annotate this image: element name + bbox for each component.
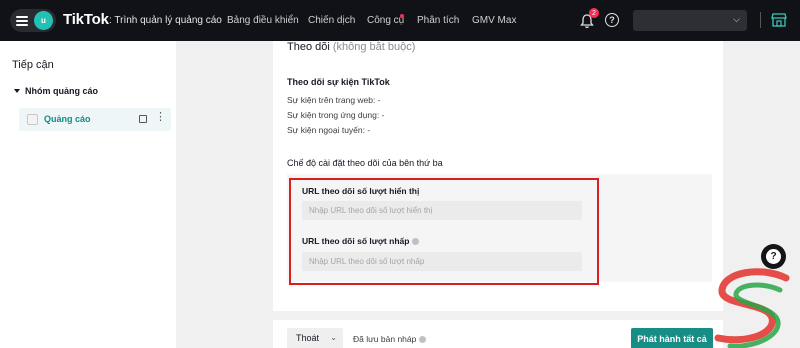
info-icon[interactable] <box>419 336 427 343</box>
store-icon[interactable] <box>771 13 787 27</box>
more-options-icon[interactable]: ⋮ <box>155 112 166 123</box>
exit-button-label: Thoát <box>296 333 320 343</box>
section-title-text: Theo dõi <box>287 41 330 53</box>
nav-analytics[interactable]: Phân tích <box>417 15 459 26</box>
footer-action-bar: Thoát ⌄ Đã lưu bản nháp Phát hành tất cả <box>273 320 723 348</box>
floating-help-button[interactable]: ? <box>761 244 786 269</box>
sidebar-item-label: Quảng cáo <box>44 114 91 124</box>
sidebar: Tiếp cận Nhóm quảng cáo Quảng cáo ⋮ <box>0 41 176 348</box>
nav-gmv-max[interactable]: GMV Max <box>472 15 516 26</box>
hamburger-icon <box>16 15 28 26</box>
exit-button[interactable]: Thoát ⌄ <box>287 328 343 348</box>
help-icon[interactable]: ? <box>605 13 619 27</box>
highlight-frame <box>289 178 599 285</box>
account-avatar: u <box>34 11 53 30</box>
caret-down-icon <box>14 89 20 93</box>
nav-dashboard[interactable]: Bảng điều khiển <box>227 15 299 26</box>
notification-badge: 2 <box>589 8 599 18</box>
sidebar-group-label: Nhóm quảng cáo <box>25 86 99 96</box>
publish-all-button[interactable]: Phát hành tất cả <box>631 328 713 348</box>
event-row-offline: Sự kiện ngoại tuyến: - <box>287 125 371 135</box>
draft-status: Đã lưu bản nháp <box>353 334 427 344</box>
draft-status-text: Đã lưu bản nháp <box>353 334 417 344</box>
sidebar-group-ad-group[interactable]: Nhóm quảng cáo <box>14 86 98 96</box>
chevron-down-icon: ⌄ <box>330 333 337 342</box>
watermark-logo-icon <box>714 268 790 348</box>
sidebar-title: Tiếp cận <box>12 59 54 71</box>
product-name: : Trình quản lý quảng cáo <box>109 15 222 26</box>
nav-tools[interactable]: Công cụ <box>367 15 404 26</box>
chevron-down-icon: ⌵ <box>733 14 740 24</box>
copy-icon[interactable] <box>139 115 147 123</box>
tiktok-logo[interactable]: TikTok <box>63 11 109 28</box>
third-party-heading: Chế độ cài đặt theo dõi của bên thứ ba <box>287 158 443 168</box>
question-icon: ? <box>766 249 781 264</box>
nav-tools-dot <box>400 14 404 18</box>
ad-thumbnail-icon <box>27 114 38 125</box>
section-title: Theo dõi (không bắt buộc) <box>287 41 415 53</box>
event-row-web: Sự kiện trên trang web: - <box>287 95 381 105</box>
sidebar-item-ad[interactable]: Quảng cáo ⋮ <box>19 108 171 131</box>
divider <box>760 12 761 28</box>
account-selector[interactable]: ⌵ <box>633 10 747 31</box>
section-title-optional: (không bắt buộc) <box>329 41 416 53</box>
top-navigation-bar: u TikTok : Trình quản lý quảng cáo Bảng … <box>0 0 800 41</box>
menu-button[interactable]: u <box>10 9 56 32</box>
event-row-app: Sự kiện trong ứng dụng: - <box>287 110 385 120</box>
tiktok-events-heading: Theo dõi sự kiện TikTok <box>287 77 390 87</box>
nav-campaigns[interactable]: Chiến dịch <box>308 15 355 26</box>
